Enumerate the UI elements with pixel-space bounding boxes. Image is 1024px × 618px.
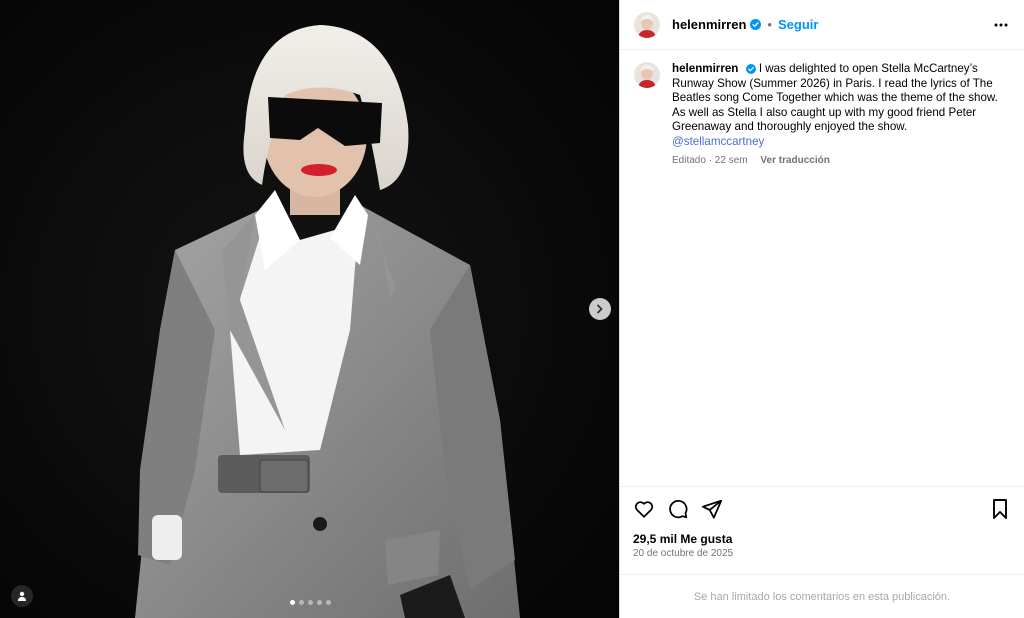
carousel-next-button[interactable] — [589, 298, 611, 320]
verified-badge-icon — [745, 64, 756, 74]
post-sidebar: helenmirren • Seguir helenmirren I was d… — [619, 0, 1024, 618]
carousel-dot — [326, 600, 331, 605]
heart-icon — [634, 501, 654, 518]
caption-meta: Editado · 22 sem Ver traducción — [672, 154, 1002, 169]
user-tags-button[interactable] — [11, 585, 33, 607]
caption-body: helenmirren I was delighted to open Stel… — [672, 62, 1002, 168]
carousel-dot — [299, 600, 304, 605]
action-icons — [633, 498, 723, 520]
post-date: 20 de octubre de 2025 — [633, 548, 734, 559]
avatar[interactable] — [634, 11, 660, 38]
caption-username[interactable]: helenmirren — [672, 62, 738, 75]
carousel-dot — [290, 600, 295, 605]
like-button[interactable] — [633, 498, 655, 520]
more-options-icon[interactable] — [994, 16, 1008, 34]
chevron-right-icon — [597, 304, 603, 314]
carousel-dot — [317, 600, 322, 605]
post-modal: helenmirren • Seguir helenmirren I was d… — [0, 0, 1024, 618]
post-header: helenmirren • Seguir — [620, 0, 1024, 50]
avatar[interactable] — [634, 62, 660, 88]
edited-timestamp: Editado · 22 sem — [672, 154, 748, 166]
verified-badge-icon — [750, 19, 762, 30]
translate-link[interactable]: Ver traducción — [760, 155, 829, 166]
post-actions: 29,5 mil Me gusta 20 de octubre de 2025 — [620, 486, 1024, 574]
mention-link[interactable]: @stellamccartney — [672, 135, 1002, 150]
header-separator: • — [767, 17, 772, 32]
header-username[interactable]: helenmirren — [672, 17, 746, 32]
comment-icon — [669, 499, 688, 519]
share-icon — [701, 499, 723, 519]
share-button[interactable] — [701, 498, 723, 520]
avatar-image — [634, 11, 660, 38]
user-tag-icon — [18, 591, 26, 601]
follow-button[interactable]: Seguir — [778, 17, 818, 32]
comments-limited-notice: Se han limitado los comentarios en esta … — [620, 574, 1024, 618]
post-photo — [0, 0, 619, 618]
carousel-dot — [308, 600, 313, 605]
bookmark-icon[interactable] — [990, 498, 1010, 520]
comment-button[interactable] — [667, 498, 689, 520]
likes-count[interactable]: 29,5 mil Me gusta — [633, 532, 732, 546]
post-media — [0, 0, 619, 618]
avatar-image — [634, 62, 660, 88]
carousel-indicator — [290, 600, 331, 605]
post-caption: helenmirren I was delighted to open Stel… — [634, 62, 1014, 168]
